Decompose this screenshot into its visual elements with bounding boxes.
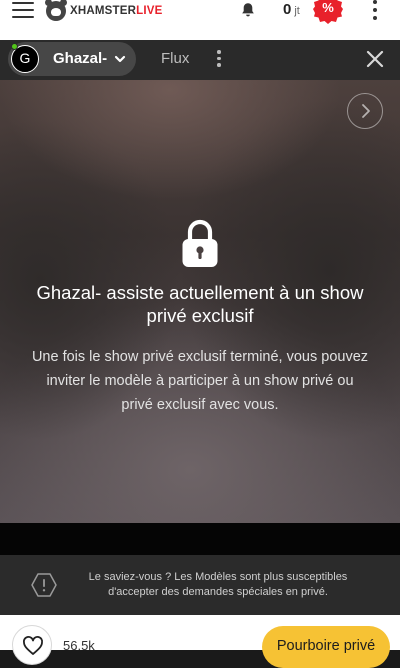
stream-options-icon[interactable] xyxy=(216,50,222,70)
private-tip-button[interactable]: Pourboire privé xyxy=(262,626,390,668)
private-show-title: Ghazal- assiste actuellement à un show p… xyxy=(36,282,364,326)
bell-icon[interactable] xyxy=(240,2,256,18)
info-banner-text: Le saviez-vous ? Les Modèles sont plus s… xyxy=(88,571,348,598)
close-icon[interactable] xyxy=(365,49,385,69)
hamster-logo-icon xyxy=(45,0,67,21)
warning-icon xyxy=(31,573,57,597)
private-show-description: Une fois le show privé exclusif terminé,… xyxy=(31,349,369,413)
lock-icon xyxy=(182,219,218,267)
tab-flux[interactable]: Flux xyxy=(161,50,189,67)
online-status-indicator xyxy=(11,43,18,50)
token-count: 0 xyxy=(283,1,292,18)
video-bottom-bar xyxy=(0,523,400,555)
heart-icon xyxy=(23,636,43,655)
menu-icon[interactable] xyxy=(12,2,34,22)
promo-badge-icon[interactable]: % xyxy=(313,0,343,24)
model-name: Ghazal- xyxy=(53,50,108,67)
video-player: Ghazal- assiste actuellement à un show p… xyxy=(0,80,400,523)
favorite-button[interactable] xyxy=(12,625,52,665)
stream-toolbar: G Ghazal- Flux xyxy=(0,40,400,80)
model-selector[interactable]: G Ghazal- xyxy=(8,42,136,76)
next-stream-button[interactable] xyxy=(347,93,383,129)
info-banner: Le saviez-vous ? Les Modèles sont plus s… xyxy=(0,555,400,615)
token-balance[interactable]: 0 jt xyxy=(283,0,300,21)
chevron-right-icon xyxy=(362,104,370,118)
logo-text-accent: LIVE xyxy=(136,5,163,17)
site-logo[interactable]: XHAMSTER LIVE xyxy=(45,0,163,22)
logo-text-primary: XHAMSTER xyxy=(70,5,137,17)
chevron-down-icon xyxy=(114,55,126,63)
bottom-action-bar: 56.5k Pourboire privé xyxy=(0,615,400,668)
promo-symbol: % xyxy=(322,0,334,15)
top-header: XHAMSTER LIVE 0 jt % xyxy=(0,0,400,40)
token-unit: jt xyxy=(294,5,300,17)
favorites-count: 56.5k xyxy=(63,638,95,653)
more-vertical-icon[interactable] xyxy=(372,0,378,20)
